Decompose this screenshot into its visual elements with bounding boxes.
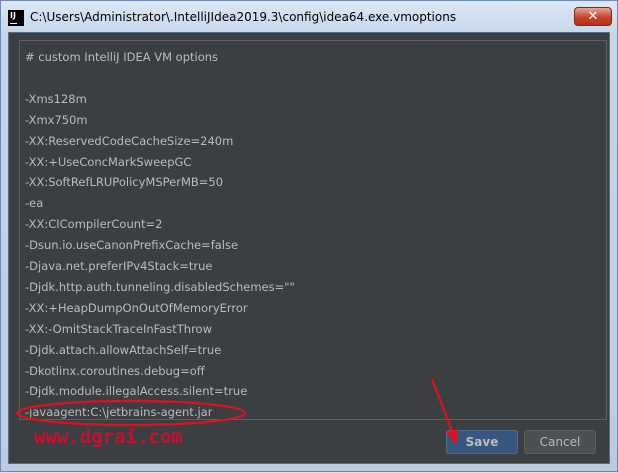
annotation-overlay [15,378,458,445]
annotation-arrowhead [446,429,458,445]
highlight-ellipse [15,399,247,427]
annotation-arrow-line [430,378,454,432]
dialog-window: IJ C:\Users\Administrator\.IntelliJIdea2… [0,0,618,472]
